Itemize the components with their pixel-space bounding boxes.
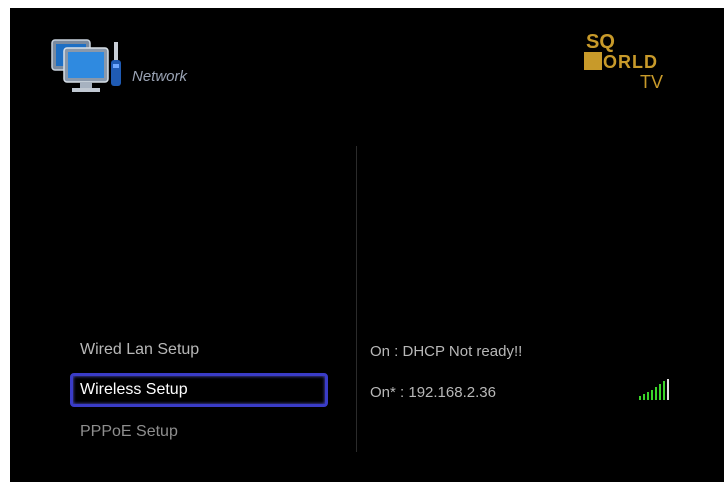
menu-item-pppoe-setup[interactable]: PPPoE Setup: [70, 415, 328, 449]
menu-item-wired-lan-setup[interactable]: Wired Lan Setup: [70, 333, 328, 367]
top-band: [10, 8, 724, 22]
brand-line-1: SQ: [586, 31, 615, 53]
wifi-signal-icon: [639, 379, 669, 400]
network-icon: [51, 39, 121, 92]
panel-divider: [356, 146, 357, 452]
brand-logo: SQ WORLD TV: [584, 31, 663, 90]
brand-line-3: TV: [640, 72, 663, 90]
brand-line-2: WORLD: [585, 52, 658, 72]
wired-status-text: On : DHCP Not ready!!: [370, 343, 523, 360]
tv-screen: Network SQ WORLD TV Wired Lan Setup Wire…: [10, 8, 724, 482]
menu-item-wireless-setup[interactable]: Wireless Setup: [70, 373, 328, 407]
page-title: Network: [132, 68, 188, 85]
wireless-status-text: On* : 192.168.2.36: [370, 384, 496, 401]
